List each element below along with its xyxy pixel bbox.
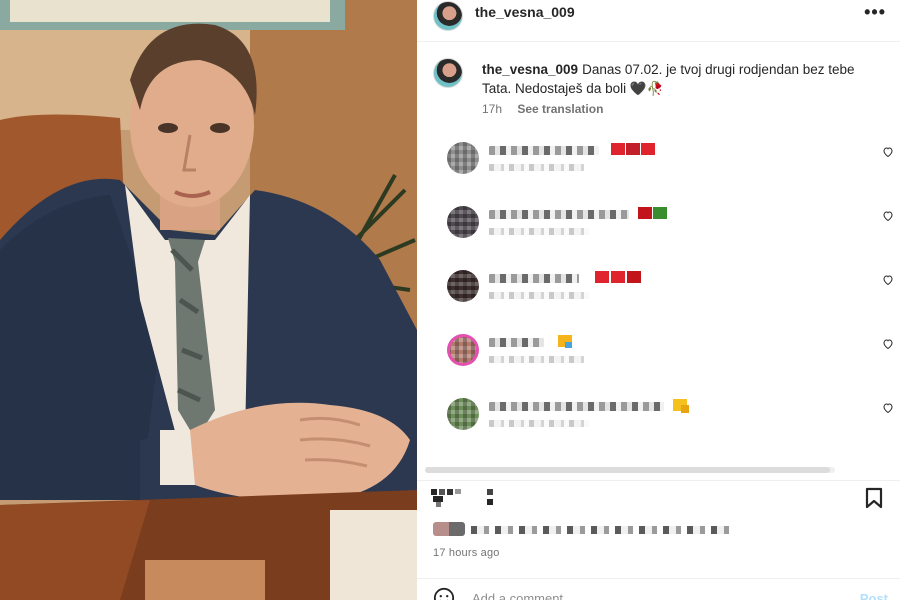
caption-text-block: the_vesna_009 Danas 07.02. je tvoj drugi …: [482, 60, 882, 98]
comment-text-pixelated: [489, 210, 629, 219]
comment-item: [433, 206, 900, 256]
comment-text-pixelated: [489, 338, 544, 347]
caption-username[interactable]: the_vesna_009: [482, 62, 578, 77]
comment-text-pixelated: [489, 402, 664, 411]
liked-by-row[interactable]: [433, 522, 733, 538]
emoji-block: [638, 207, 652, 219]
commenter-avatar[interactable]: [447, 206, 479, 238]
like-comment-heart-icon[interactable]: [882, 338, 894, 350]
like-comment-heart-icon[interactable]: [882, 402, 894, 414]
comment-meta-pixelated: [489, 292, 589, 299]
emoji-block: [565, 342, 572, 348]
post-detail-panel: the_vesna_009 ••• the_vesna_009 Danas 07.…: [417, 0, 900, 600]
scrollbar-thumb[interactable]: [425, 467, 830, 473]
comment-text-pixelated: [489, 274, 579, 283]
post-comment-button[interactable]: Post: [860, 591, 888, 600]
caption-avatar[interactable]: [433, 58, 463, 88]
comment-input[interactable]: [472, 588, 832, 600]
emoji-block: [641, 143, 655, 155]
like-comment-heart-icon[interactable]: [882, 210, 894, 222]
commenter-avatar[interactable]: [447, 142, 479, 174]
heart-icon[interactable]: [431, 487, 461, 509]
author-avatar[interactable]: [433, 1, 463, 31]
comment-meta-pixelated: [489, 356, 584, 363]
author-username[interactable]: the_vesna_009: [475, 4, 575, 20]
commenter-avatar[interactable]: [447, 398, 479, 430]
more-options-icon[interactable]: •••: [864, 2, 886, 23]
comment-icon[interactable]: [485, 487, 497, 507]
emoji-block: [626, 143, 640, 155]
comment-item: [433, 398, 900, 448]
caption-age: 17h: [482, 102, 503, 116]
post-photo[interactable]: [0, 0, 417, 600]
add-comment-bar: Post: [417, 578, 900, 600]
bookmark-icon[interactable]: [864, 487, 884, 509]
post-actions-bar: [417, 480, 900, 512]
liked-by-avatars: [433, 522, 465, 536]
commenter-avatar[interactable]: [447, 270, 479, 302]
comment-meta-pixelated: [489, 228, 589, 235]
see-translation-link[interactable]: See translation: [517, 102, 603, 116]
emoji-block: [611, 143, 625, 155]
emoji-block: [653, 207, 667, 219]
liked-by-text-pixelated: [471, 526, 731, 534]
post-timestamp[interactable]: 17 hours ago: [433, 547, 500, 559]
like-comment-heart-icon[interactable]: [882, 146, 894, 158]
emoji-block: [681, 405, 689, 413]
commenter-avatar[interactable]: [447, 334, 479, 366]
portrait-image: [0, 0, 417, 600]
like-comment-heart-icon[interactable]: [882, 274, 894, 286]
emoji-block: [595, 271, 609, 283]
emoji-block: [611, 271, 625, 283]
comment-meta-pixelated: [489, 420, 589, 427]
smiley-icon[interactable]: [433, 587, 455, 600]
comment-item: [433, 334, 900, 384]
emoji-block: [627, 271, 641, 283]
comments-scrollbar[interactable]: [425, 467, 835, 473]
comment-text-pixelated: [489, 146, 599, 155]
caption-meta: 17h See translation: [482, 102, 603, 116]
comment-item: [433, 142, 900, 192]
post-header: the_vesna_009 •••: [417, 0, 900, 42]
comment-item: [433, 270, 900, 320]
comment-meta-pixelated: [489, 164, 584, 171]
